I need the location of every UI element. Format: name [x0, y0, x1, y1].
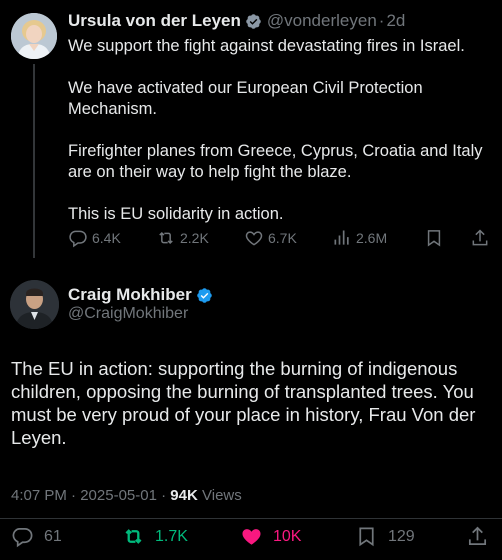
verified-badge-icon	[246, 13, 261, 29]
reply-tweet-text: The EU in action: supporting the burning…	[11, 358, 476, 448]
separator-dot: ·	[378, 11, 385, 30]
tweet-paragraph: We support the fight against devastating…	[68, 37, 465, 55]
views-count: 94K	[170, 487, 198, 504]
verified-badge-icon	[196, 287, 212, 303]
bookmark-button[interactable]: 129	[355, 525, 415, 548]
author-handle[interactable]: @vonderleyen	[267, 11, 377, 31]
tweet-time[interactable]: 4:07 PM	[11, 487, 67, 504]
parent-tweet-actions: 6.4K 2.2K 6.7K 2.6M	[68, 228, 496, 252]
author-name[interactable]: Ursula von der Leyen	[68, 11, 241, 31]
heart-icon	[245, 231, 263, 246]
reply-button[interactable]: 61	[11, 525, 62, 548]
reply-author-handle[interactable]: @CraigMokhiber	[68, 305, 188, 323]
parent-tweet[interactable]: Ursula von der Leyen @vonderleyen · 2d W…	[0, 0, 502, 260]
tweet-paragraph: We have activated our European Civil Pro…	[68, 79, 423, 118]
share-button[interactable]	[466, 525, 499, 548]
reply-author-name[interactable]: Craig Mokhiber	[68, 285, 192, 305]
view-count: 2.6M	[356, 230, 388, 246]
tweet-date[interactable]: 2025-05-01	[80, 487, 157, 504]
person-avatar-icon	[11, 13, 57, 59]
craig-avatar[interactable]	[10, 280, 59, 329]
parent-tweet-header: Ursula von der Leyen @vonderleyen · 2d	[68, 11, 405, 31]
heart-filled-icon	[242, 529, 261, 545]
reply-count: 6.4K	[92, 230, 121, 246]
tweet-metadata: 4:07 PM · 2025-05-01 · 94K Views	[11, 487, 242, 504]
person-avatar-icon	[10, 280, 59, 329]
bookmark-button[interactable]	[424, 228, 448, 248]
reply-icon	[12, 527, 33, 548]
bookmark-count: 129	[388, 527, 415, 545]
reply-icon	[69, 230, 87, 248]
like-button[interactable]: 10K	[240, 525, 301, 548]
separator-dot: ·	[71, 487, 77, 504]
like-count: 10K	[273, 527, 302, 545]
repost-count: 2.2K	[180, 230, 209, 246]
repost-icon	[125, 529, 142, 544]
bookmark-icon	[427, 230, 441, 247]
repost-button[interactable]: 1.7K	[122, 525, 188, 548]
thread-connector-line	[33, 64, 35, 258]
separator-dot: ·	[161, 487, 167, 504]
views-label: Views	[202, 487, 242, 504]
share-icon	[472, 229, 488, 246]
bookmark-icon	[359, 527, 374, 547]
repost-button[interactable]: 2.2K	[156, 228, 209, 248]
like-button[interactable]: 6.7K	[244, 228, 297, 248]
reply-button[interactable]: 6.4K	[68, 228, 121, 248]
share-button[interactable]	[470, 228, 494, 248]
reply-count: 61	[44, 527, 62, 545]
repost-icon	[159, 231, 173, 245]
reply-author-row: Craig Mokhiber	[68, 285, 213, 305]
like-count: 6.7K	[268, 230, 297, 246]
reply-tweet-actions: 61 1.7K 10K 129	[0, 523, 502, 551]
divider	[0, 518, 502, 519]
repost-count: 1.7K	[155, 527, 188, 545]
share-icon	[468, 526, 487, 546]
analytics-icon	[334, 230, 349, 245]
tweet-age[interactable]: 2d	[386, 11, 405, 31]
tweet-paragraph: This is EU solidarity in action.	[68, 205, 284, 223]
ursula-avatar[interactable]	[11, 13, 57, 59]
tweet-paragraph: Firefighter planes from Greece, Cyprus, …	[68, 142, 483, 181]
parent-tweet-text: We support the fight against devastating…	[68, 36, 496, 225]
views-button[interactable]: 2.6M	[332, 228, 387, 248]
